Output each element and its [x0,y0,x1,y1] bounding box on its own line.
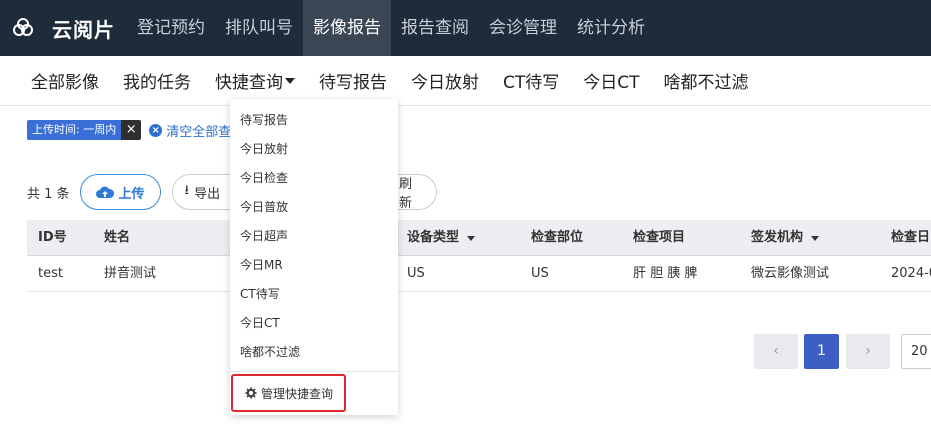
cell-exam-date: 2024-0 [891,266,931,281]
table-toolbar: 共 1 条 上传 ⭳ 导出 刷新 [27,174,931,211]
table-row[interactable]: test 拼音测试 US US 肝 胆 胰 脾 微云影像测试 2024-0 [27,256,931,292]
subnav-today-radiology[interactable]: 今日放射 [411,68,479,93]
dropdown-item-ct-pending[interactable]: CT待写 [240,285,280,302]
dropdown-item-pending-report[interactable]: 待写报告 [240,111,288,128]
dropdown-item-today-ct[interactable]: 今日CT [240,314,280,331]
cloud-upload-icon [95,186,114,198]
quick-query-dropdown: 待写报告 今日放射 今日检查 今日普放 今日超声 今日MR CT待写 今日CT … [230,99,398,415]
close-icon[interactable]: × [121,120,142,140]
cloud-logo-icon [13,18,33,36]
dropdown-item-today-xray[interactable]: 今日普放 [240,198,288,215]
main-menu: 登记预约 排队叫号 影像报告 报告查阅 会诊管理 统计分析 [127,0,655,56]
dropdown-item-no-filter[interactable]: 啥都不过滤 [240,343,300,360]
upload-button[interactable]: 上传 [79,174,161,210]
col-header-exam-item[interactable]: 检查项目 [633,220,685,256]
dropdown-item-today-mr[interactable]: 今日MR [240,256,283,273]
col-header-name[interactable]: 姓名 [104,220,130,256]
app-name: 云阅片 [52,17,115,42]
upload-label: 上传 [118,186,145,202]
top-nav-statistics[interactable]: 统计分析 [567,0,655,56]
col-header-body-part[interactable]: 检查部位 [531,220,583,256]
col-header-issuing-org[interactable]: 签发机构 [751,220,820,256]
cell-exam-item: 肝 胆 胰 脾 [633,266,698,281]
col-header-exam-date[interactable]: 检查日 [891,220,930,256]
subnav-ct-pending[interactable]: CT待写 [503,68,559,93]
manage-quick-query-label: 管理快捷查询 [261,386,334,401]
col-header-device-type[interactable]: 设备类型 [407,220,476,256]
manage-quick-query-button[interactable]: 管理快捷查询 [231,374,346,412]
app-logo[interactable]: 云阅片 [0,0,127,56]
export-label: 导出 [194,186,221,202]
filter-row: 上传时间: 一周内 × × 清空全部查询 [27,120,244,140]
subnav-pending-report[interactable]: 待写报告 [319,68,387,93]
subnav-quick-query[interactable]: 快捷查询 [215,68,295,93]
cell-id: test [38,266,63,281]
cell-body-part: US [531,266,549,281]
filter-chip-label: 上传时间: 一周内 [27,120,122,140]
refresh-label: 刷新 [399,177,413,211]
dropdown-divider [230,371,398,372]
top-nav-report-review[interactable]: 报告查阅 [391,0,479,56]
subnav-today-ct[interactable]: 今日CT [583,68,639,93]
subnav-all-images[interactable]: 全部影像 [31,68,99,93]
next-page-button[interactable]: › [846,334,890,369]
sub-nav-bar: 全部影像 我的任务 快捷查询 待写报告 今日放射 CT待写 今日CT 啥都不过滤 [0,56,931,106]
clear-circle-icon: × [149,123,163,137]
caret-down-icon [285,77,295,84]
sort-down-icon [467,235,476,241]
top-nav-bar: 云阅片 登记预约 排队叫号 影像报告 报告查阅 会诊管理 统计分析 [0,0,931,56]
subnav-no-filter[interactable]: 啥都不过滤 [664,68,749,93]
prev-page-button[interactable]: ‹ [754,334,798,369]
download-icon: ⭳ [184,183,190,198]
cell-name: 拼音测试 [104,266,157,281]
sort-down-icon [811,235,820,241]
page-1-button[interactable]: 1 [804,334,839,369]
dropdown-item-today-radiology[interactable]: 今日放射 [240,140,288,157]
page-size-select[interactable]: 20 [901,334,931,369]
cell-issuing-org: 微云影像测试 [751,266,830,281]
col-header-id[interactable]: ID号 [38,220,67,256]
top-nav-queue[interactable]: 排队叫号 [215,0,303,56]
top-nav-imaging-report[interactable]: 影像报告 [303,0,391,56]
table-header: ID号 姓名 设备类型 检查部位 检查项目 签发机构 检查日 [27,220,931,256]
upload-time-filter-chip: 上传时间: 一周内 × [27,120,142,140]
dropdown-item-today-exam[interactable]: 今日检查 [240,169,288,186]
record-count: 共 1 条 [27,186,70,202]
top-nav-registration[interactable]: 登记预约 [127,0,215,56]
top-nav-consultation[interactable]: 会诊管理 [479,0,567,56]
subnav-quick-query-label: 快捷查询 [215,73,283,93]
gear-icon [245,387,257,399]
subnav-my-tasks[interactable]: 我的任务 [123,68,191,93]
cell-device-type: US [407,266,425,281]
dropdown-item-today-ultrasound[interactable]: 今日超声 [240,227,288,244]
